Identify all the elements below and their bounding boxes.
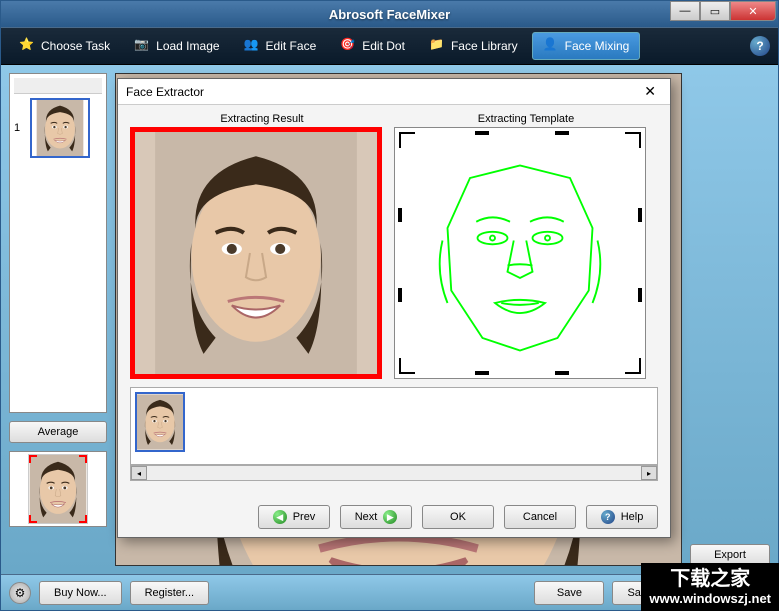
row-index: 1 bbox=[14, 122, 26, 134]
right-panel: Export bbox=[690, 73, 770, 566]
face-extractor-dialog: Face Extractor ✕ Extracting Result Extra… bbox=[117, 78, 671, 538]
help-button[interactable]: ? Help bbox=[586, 505, 658, 529]
main-toolbar: ⭐ Choose Task 📷 Load Image 👥 Edit Face 🎯… bbox=[1, 27, 778, 65]
dialog-thumbnail-strip bbox=[130, 387, 658, 465]
face-icon: 👥 bbox=[244, 37, 262, 55]
scroll-left-icon[interactable]: ◂ bbox=[131, 466, 147, 480]
help-icon[interactable]: ? bbox=[750, 36, 770, 56]
watermark: 下载之家 www.windowszj.net bbox=[641, 563, 779, 611]
crop-corner-tl[interactable] bbox=[399, 132, 415, 148]
extracting-template-panel[interactable] bbox=[394, 127, 646, 379]
result-label: Extracting Result bbox=[130, 111, 394, 127]
list-item[interactable]: 1 bbox=[14, 98, 102, 158]
crop-handle-bottom[interactable] bbox=[475, 371, 489, 375]
dot-icon: 🎯 bbox=[340, 37, 358, 55]
scroll-track[interactable] bbox=[147, 466, 641, 480]
result-thumbnail-panel bbox=[9, 451, 107, 527]
ok-button[interactable]: OK bbox=[422, 505, 494, 529]
register-button[interactable]: Register... bbox=[130, 581, 210, 605]
load-image-button[interactable]: 📷 Load Image bbox=[124, 33, 229, 59]
dialog-titlebar: Face Extractor ✕ bbox=[118, 79, 670, 105]
app-title: Abrosoft FaceMixer bbox=[329, 7, 450, 22]
crop-handle-right[interactable] bbox=[638, 288, 642, 302]
crop-handle-top[interactable] bbox=[555, 131, 569, 135]
buy-now-button[interactable]: Buy Now... bbox=[39, 581, 122, 605]
arrow-right-icon: ▶ bbox=[383, 510, 397, 524]
mixing-icon: 👤 bbox=[543, 37, 561, 55]
choose-task-button[interactable]: ⭐ Choose Task bbox=[9, 33, 120, 59]
settings-icon[interactable]: ⚙ bbox=[9, 582, 31, 604]
list-header bbox=[14, 78, 102, 94]
save-button[interactable]: Save bbox=[534, 581, 604, 605]
cancel-button[interactable]: Cancel bbox=[504, 505, 576, 529]
crop-handle-right[interactable] bbox=[638, 208, 642, 222]
crop-corner-tr[interactable] bbox=[625, 132, 641, 148]
maximize-button[interactable]: ▭ bbox=[700, 1, 730, 21]
help-icon: ? bbox=[601, 510, 615, 524]
folder-icon: 📁 bbox=[429, 37, 447, 55]
scroll-right-icon[interactable]: ▸ bbox=[641, 466, 657, 480]
close-button[interactable]: ✕ bbox=[730, 1, 776, 21]
extracting-result-panel[interactable] bbox=[130, 127, 382, 379]
face-library-button[interactable]: 📁 Face Library bbox=[419, 33, 528, 59]
thumbnail-scrollbar[interactable]: ◂ ▸ bbox=[130, 465, 658, 481]
titlebar: Abrosoft FaceMixer — ▭ ✕ bbox=[1, 1, 778, 27]
camera-icon: 📷 bbox=[134, 37, 152, 55]
crop-corner-bl[interactable] bbox=[399, 358, 415, 374]
source-thumb-list: 1 bbox=[9, 73, 107, 413]
result-thumbnail[interactable] bbox=[28, 454, 88, 524]
next-button[interactable]: Next ▶ bbox=[340, 505, 412, 529]
dialog-button-row: ◀ Prev Next ▶ OK Cancel ? Help bbox=[118, 497, 670, 537]
crop-handle-bottom[interactable] bbox=[555, 371, 569, 375]
source-thumbnail[interactable] bbox=[30, 98, 90, 158]
prev-button[interactable]: ◀ Prev bbox=[258, 505, 330, 529]
crop-corner-br[interactable] bbox=[625, 358, 641, 374]
window-controls: — ▭ ✕ bbox=[670, 1, 776, 21]
arrow-left-icon: ◀ bbox=[273, 510, 287, 524]
crop-handle-left[interactable] bbox=[398, 208, 402, 222]
crop-handle-top[interactable] bbox=[475, 131, 489, 135]
left-panel: 1 Average bbox=[9, 73, 107, 566]
edit-dot-button[interactable]: 🎯 Edit Dot bbox=[330, 33, 415, 59]
minimize-button[interactable]: — bbox=[670, 1, 700, 21]
dialog-title: Face Extractor bbox=[126, 85, 204, 99]
dialog-thumbnail[interactable] bbox=[135, 392, 185, 452]
edit-face-button[interactable]: 👥 Edit Face bbox=[234, 33, 327, 59]
face-mixing-button[interactable]: 👤 Face Mixing bbox=[532, 32, 641, 60]
dialog-close-icon[interactable]: ✕ bbox=[638, 83, 662, 100]
crop-handle-left[interactable] bbox=[398, 288, 402, 302]
template-label: Extracting Template bbox=[394, 111, 658, 127]
star-icon: ⭐ bbox=[19, 37, 37, 55]
average-button[interactable]: Average bbox=[9, 421, 107, 443]
